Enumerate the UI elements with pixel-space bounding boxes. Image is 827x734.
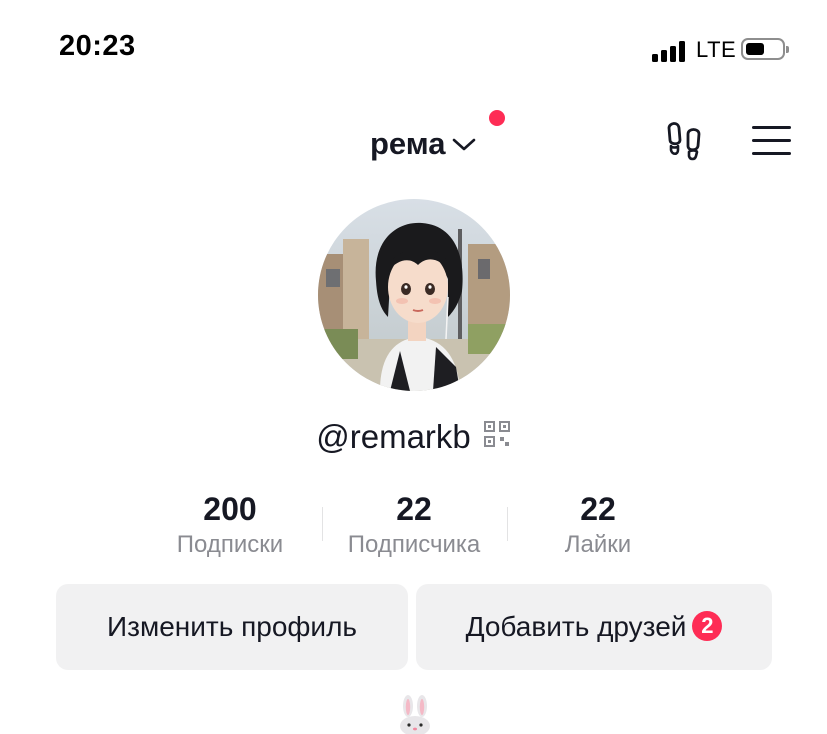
signal-strength-icon — [652, 40, 688, 62]
profile-handle: @remarkb — [316, 418, 471, 455]
stat-likes[interactable]: 22 Лайки — [513, 490, 683, 562]
profile-stats: 200 Подписки 22 Подписчика 22 Лайки — [0, 490, 827, 570]
add-friends-label: Добавить друзей — [465, 611, 687, 642]
footprint-icon — [667, 122, 701, 161]
stat-value: 22 — [580, 491, 616, 527]
add-friends-button[interactable]: Добавить друзей 2 — [416, 584, 772, 670]
network-type: LTE — [696, 37, 737, 62]
stat-label: Подписчика — [347, 531, 481, 558]
notification-dot — [489, 110, 505, 126]
edit-profile-label: Изменить профиль — [107, 611, 357, 642]
stat-value: 22 — [396, 491, 432, 527]
edit-profile-button[interactable]: Изменить профиль — [56, 584, 408, 670]
battery-icon — [741, 38, 789, 60]
rabbit-face-emoji — [400, 695, 430, 734]
stat-label: Подписки — [176, 531, 284, 558]
illustrated-girl-avatar — [318, 199, 510, 391]
status-time: 20:23 — [59, 30, 136, 62]
stat-following[interactable]: 200 Подписки — [145, 490, 315, 562]
stat-value: 200 — [203, 491, 257, 527]
profile-views-button[interactable] — [664, 120, 706, 162]
profile-avatar[interactable] — [318, 199, 510, 391]
qr-code-icon[interactable] — [483, 420, 511, 448]
menu-button[interactable] — [752, 124, 792, 158]
stat-followers[interactable]: 22 Подписчика — [329, 490, 499, 562]
profile-username: рема — [370, 126, 446, 161]
stat-divider — [507, 507, 508, 541]
chevron-down-icon — [452, 138, 475, 151]
hamburger-menu-icon — [752, 126, 791, 129]
stat-label: Лайки — [564, 531, 632, 558]
account-switcher[interactable]: рема — [370, 122, 476, 166]
stat-divider — [322, 507, 323, 541]
add-friends-badge: 2 — [692, 611, 723, 641]
